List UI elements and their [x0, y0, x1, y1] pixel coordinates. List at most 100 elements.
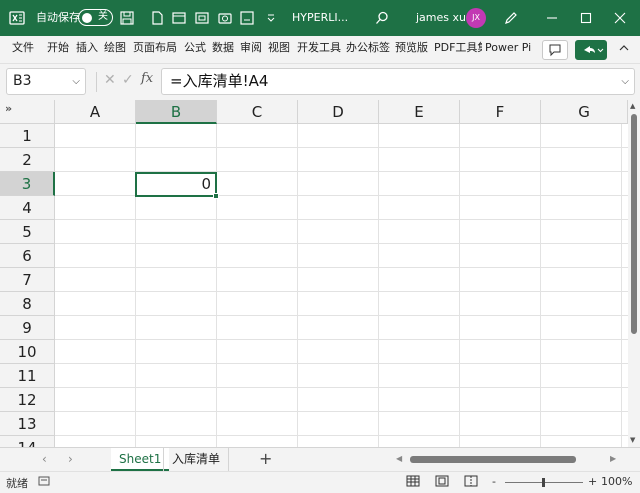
tab-pdf-tools[interactable]: PDF工具集	[434, 36, 482, 64]
fill-handle[interactable]	[213, 193, 219, 199]
open-file-icon[interactable]	[170, 9, 188, 27]
row-header-6[interactable]: 6	[0, 244, 55, 268]
insert-function-icon[interactable]: fx	[141, 71, 153, 86]
autosave-label: 自动保存	[36, 11, 80, 24]
user-name[interactable]: james xu	[416, 0, 466, 36]
cell-value: 0	[201, 175, 211, 193]
scroll-left-icon[interactable]: ◀	[396, 454, 402, 463]
scroll-down-icon[interactable]: ▼	[630, 436, 635, 444]
expand-icon[interactable]: »	[5, 102, 12, 115]
prev-sheet-icon[interactable]: ‹	[42, 452, 47, 466]
status-ready: 就绪	[6, 477, 28, 490]
tab-draw[interactable]: 绘图	[104, 36, 126, 64]
column-header-a[interactable]: A	[55, 100, 136, 124]
tab-data[interactable]: 数据	[212, 36, 234, 64]
status-bar: 就绪 - + 100%	[0, 471, 640, 493]
column-header-b[interactable]: B	[136, 100, 217, 124]
row-header-3[interactable]: 3	[0, 172, 55, 196]
tab-power-pivot[interactable]: Power Pi	[485, 36, 531, 64]
row-header-4[interactable]: 4	[0, 196, 55, 220]
row-header-5[interactable]: 5	[0, 220, 55, 244]
row-header-8[interactable]: 8	[0, 292, 55, 316]
horizontal-scroll-thumb[interactable]	[410, 456, 576, 463]
chevron-down-icon[interactable]: ⌵	[72, 69, 80, 94]
tab-review[interactable]: 审阅	[240, 36, 262, 64]
column-header-d[interactable]: D	[298, 100, 379, 124]
expand-formula-icon[interactable]: ⌵	[621, 69, 629, 94]
save-icon[interactable]	[118, 9, 136, 27]
column-header-g[interactable]: G	[541, 100, 628, 124]
zoom-in-button[interactable]: +	[588, 475, 597, 488]
zoom-level[interactable]: 100%	[601, 475, 632, 488]
tab-formulas[interactable]: 公式	[184, 36, 206, 64]
row-header-11[interactable]: 11	[0, 364, 55, 388]
select-all-corner[interactable]: »	[0, 100, 55, 124]
ribbon-collapse-icon[interactable]	[618, 36, 630, 64]
zoom-slider-thumb[interactable]	[542, 478, 545, 487]
row-header-7[interactable]: 7	[0, 268, 55, 292]
name-box-value: B3	[13, 73, 32, 89]
maximize-icon[interactable]	[577, 9, 595, 27]
column-header-e[interactable]: E	[379, 100, 460, 124]
row-header-12[interactable]: 12	[0, 388, 55, 412]
page-layout-icon[interactable]	[435, 475, 449, 490]
vertical-scroll-thumb[interactable]	[631, 114, 637, 334]
comments-button[interactable]	[542, 40, 568, 60]
print-icon[interactable]	[238, 9, 256, 27]
scroll-up-icon[interactable]: ▲	[630, 102, 635, 110]
tab-developer[interactable]: 开发工具	[297, 36, 341, 64]
excel-logo-icon[interactable]	[8, 9, 26, 27]
autosave-state: 关	[98, 11, 108, 22]
add-sheet-button[interactable]: +	[259, 449, 272, 468]
row-header-10[interactable]: 10	[0, 340, 55, 364]
column-header-c[interactable]: C	[217, 100, 298, 124]
row-header-2[interactable]: 2	[0, 148, 55, 172]
row-header-14[interactable]: 14	[0, 436, 55, 447]
tab-page-layout[interactable]: 页面布局	[133, 36, 177, 64]
toggle-knob	[82, 12, 92, 23]
tab-home[interactable]: 开始	[47, 36, 69, 64]
row-header-13[interactable]: 13	[0, 412, 55, 436]
tab-preview[interactable]: 预览版	[395, 36, 428, 64]
sheet-tab-inventory[interactable]: 入库清单	[163, 448, 230, 471]
camera-icon[interactable]	[216, 9, 234, 27]
cancel-icon[interactable]: ✕	[104, 72, 116, 88]
column-header-f[interactable]: F	[460, 100, 541, 124]
new-file-icon[interactable]	[148, 9, 166, 27]
divider	[96, 72, 97, 92]
accessibility-icon[interactable]	[38, 475, 50, 490]
ribbon-tabs: 文件 开始 插入 绘图 页面布局 公式 数据 审阅 视图 开发工具 办公标签 预…	[0, 36, 640, 64]
file-name[interactable]: HYPERLI...	[292, 0, 348, 36]
share-button[interactable]	[575, 40, 607, 60]
enter-icon[interactable]: ✓	[122, 72, 134, 88]
autosave-toggle[interactable]: 关	[78, 9, 113, 26]
sheet-tab-bar: ‹ › Sheet1 入库清单 + ◀ ▶	[0, 447, 640, 471]
vertical-scrollbar[interactable]: ▲ ▼	[628, 100, 640, 447]
search-icon[interactable]	[373, 9, 391, 27]
pen-icon[interactable]	[502, 9, 520, 27]
tab-view[interactable]: 视图	[268, 36, 290, 64]
row-header-1[interactable]: 1	[0, 124, 55, 148]
formula-text: =入库清单!A4	[170, 72, 269, 90]
qat-more-icon[interactable]	[262, 9, 280, 27]
avatar[interactable]: JX	[466, 8, 486, 28]
normal-view-icon[interactable]	[406, 475, 420, 490]
row-header-9[interactable]: 9	[0, 316, 55, 340]
scroll-right-icon[interactable]: ▶	[610, 454, 616, 463]
tab-office-tab[interactable]: 办公标签	[346, 36, 390, 64]
formula-bar: B3 ⌵ ✕ ✓ fx =入库清单!A4 ⌵	[0, 64, 640, 100]
active-cell-b3[interactable]: 0	[135, 172, 219, 199]
next-sheet-icon[interactable]: ›	[68, 452, 73, 466]
page-break-icon[interactable]	[464, 475, 478, 490]
title-bar: 自动保存 关 HYPERLI... james xu JX	[0, 0, 640, 36]
print-preview-icon[interactable]	[193, 9, 211, 27]
close-icon[interactable]	[611, 9, 629, 27]
sheet-tab-sheet1[interactable]: Sheet1	[111, 448, 170, 471]
zoom-out-button[interactable]: -	[492, 475, 496, 488]
formula-input[interactable]: =入库清单!A4 ⌵	[161, 68, 635, 95]
name-box[interactable]: B3 ⌵	[6, 68, 86, 95]
minimize-icon[interactable]	[543, 9, 561, 27]
tab-file[interactable]: 文件	[12, 36, 34, 64]
share-icon	[584, 46, 604, 53]
tab-insert[interactable]: 插入	[76, 36, 98, 64]
